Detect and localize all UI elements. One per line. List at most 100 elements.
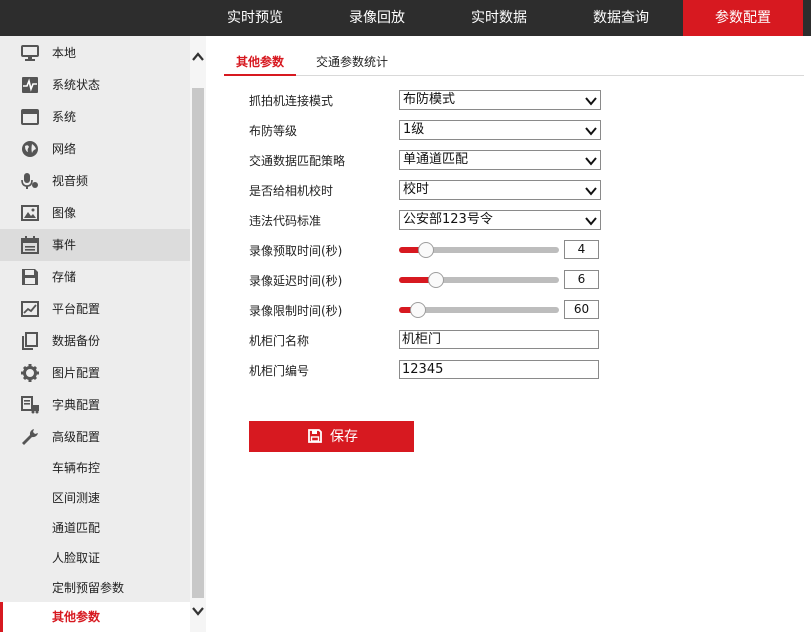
nav-live-preview[interactable]: 实时预览 — [206, 0, 304, 36]
nav-playback[interactable]: 录像回放 — [328, 0, 426, 36]
copy-icon — [20, 332, 40, 350]
sidebar-item-advanced-config[interactable]: 高级配置 — [0, 421, 190, 453]
nav-data-query[interactable]: 数据查询 — [572, 0, 670, 36]
chevron-down-icon — [585, 215, 597, 226]
row-delay-time: 录像延迟时间(秒) 6 — [249, 270, 809, 292]
gear-icon — [20, 364, 40, 382]
nav-realtime-data[interactable]: 实时数据 — [450, 0, 548, 36]
sidebar-item-dictionary-config[interactable]: 字典配置 — [0, 389, 190, 421]
sidebar-subitem-custom-reserved[interactable]: 定制预留参数 — [0, 573, 190, 603]
sidebar-subitem-label: 车辆布控 — [52, 461, 101, 475]
prerecord-time-slider[interactable] — [399, 240, 559, 260]
select-value: 单通道匹配 — [403, 152, 469, 167]
floppy-icon — [20, 268, 40, 286]
match-strategy-select[interactable]: 单通道匹配 — [399, 150, 601, 170]
sidebar-item-label: 网络 — [52, 142, 77, 156]
field-label: 录像延迟时间(秒) — [249, 274, 343, 288]
scroll-down-arrow-icon[interactable] — [190, 602, 206, 620]
save-label: 保存 — [330, 428, 358, 444]
sidebar-subitem-label: 定制预留参数 — [52, 581, 125, 595]
sidebar-subitem-label: 区间测速 — [52, 491, 101, 505]
tab-traffic-statistics[interactable]: 交通参数统计 — [310, 48, 394, 75]
window-icon — [20, 108, 40, 126]
field-label: 录像预取时间(秒) — [249, 244, 343, 258]
violation-code-select[interactable]: 公安部123号令 — [399, 210, 601, 230]
field-label: 机柜门名称 — [249, 334, 310, 348]
scrollbar-thumb[interactable] — [192, 88, 204, 598]
chevron-down-icon — [585, 95, 597, 106]
sidebar-item-label: 字典配置 — [52, 398, 101, 412]
sidebar-item-label: 图片配置 — [52, 366, 101, 380]
select-value: 1级 — [403, 122, 425, 137]
arm-level-select[interactable]: 1级 — [399, 120, 601, 140]
sidebar-subitem-vehicle-control[interactable]: 车辆布控 — [0, 453, 190, 483]
sidebar-item-system-status[interactable]: 系统状态 — [0, 69, 190, 101]
field-label: 录像限制时间(秒) — [249, 304, 343, 318]
sidebar-subitem-section-speed[interactable]: 区间测速 — [0, 483, 190, 513]
sidebar-item-image[interactable]: 图像 — [0, 197, 190, 229]
field-label: 违法代码标准 — [249, 214, 322, 228]
main-content: 其他参数 交通参数统计 抓拍机连接模式 布防模式 布防等级 1级 交通数据匹配策… — [206, 36, 811, 632]
delay-time-slider[interactable] — [399, 270, 559, 290]
slider-handle[interactable] — [428, 272, 444, 288]
sidebar-item-label: 事件 — [52, 238, 77, 252]
row-limit-time: 录像限制时间(秒) 60 — [249, 300, 809, 322]
sidebar-subitem-face-evidence[interactable]: 人脸取证 — [0, 543, 190, 573]
monitor-icon — [20, 44, 40, 62]
sidebar-item-system[interactable]: 系统 — [0, 101, 190, 133]
capture-mode-select[interactable]: 布防模式 — [399, 90, 601, 110]
row-time-sync: 是否给相机校时 校时 — [249, 180, 809, 202]
time-sync-select[interactable]: 校时 — [399, 180, 601, 200]
sidebar-item-audio-video[interactable]: 视音频 — [0, 165, 190, 197]
delay-time-input[interactable]: 6 — [564, 270, 599, 289]
sidebar-item-picture-config[interactable]: 图片配置 — [0, 357, 190, 389]
sidebar-item-label: 视音频 — [52, 174, 89, 188]
pulse-icon — [20, 76, 40, 94]
image-icon — [20, 204, 40, 222]
tab-other-params[interactable]: 其他参数 — [224, 48, 296, 76]
limit-time-slider[interactable] — [399, 300, 559, 320]
prerecord-time-input[interactable]: 4 — [564, 240, 599, 259]
sidebar-item-label: 数据备份 — [52, 334, 101, 348]
sidebar-item-label: 本地 — [52, 46, 77, 60]
row-cabinet-number: 机柜门编号 12345 — [249, 360, 809, 382]
row-prerecord-time: 录像预取时间(秒) 4 — [249, 240, 809, 262]
sidebar-item-data-backup[interactable]: 数据备份 — [0, 325, 190, 357]
row-capture-mode: 抓拍机连接模式 布防模式 — [249, 90, 809, 112]
sidebar-item-network[interactable]: 网络 — [0, 133, 190, 165]
field-label: 是否给相机校时 — [249, 184, 334, 198]
slider-handle[interactable] — [410, 302, 426, 318]
field-label: 抓拍机连接模式 — [249, 94, 334, 108]
sidebar-subitem-label: 其他参数 — [52, 610, 101, 624]
select-value: 校时 — [403, 182, 430, 197]
limit-time-input[interactable]: 60 — [564, 300, 599, 319]
row-match-strategy: 交通数据匹配策略 单通道匹配 — [249, 150, 809, 172]
row-cabinet-name: 机柜门名称 机柜门 — [249, 330, 809, 352]
scroll-up-arrow-icon[interactable] — [190, 48, 206, 66]
microphone-icon — [20, 172, 40, 190]
chart-icon — [20, 300, 40, 318]
sidebar-item-event[interactable]: 事件 — [0, 229, 190, 261]
sidebar-item-label: 存储 — [52, 270, 77, 284]
chevron-down-icon — [585, 155, 597, 166]
sidebar-item-platform-config[interactable]: 平台配置 — [0, 293, 190, 325]
select-value: 公安部123号令 — [403, 212, 493, 227]
select-value: 布防模式 — [403, 92, 456, 107]
sidebar-item-local[interactable]: 本地 — [0, 37, 190, 69]
sidebar-scrollbar[interactable] — [190, 36, 206, 632]
chevron-down-icon — [585, 185, 597, 196]
top-navigation: 实时预览 录像回放 实时数据 数据查询 参数配置 — [0, 0, 811, 36]
cabinet-number-input[interactable]: 12345 — [399, 360, 599, 379]
nav-parameter-config[interactable]: 参数配置 — [683, 0, 803, 36]
slider-handle[interactable] — [418, 242, 434, 258]
app-window: 实时预览 录像回放 实时数据 数据查询 参数配置 本地 系统状态 系统 网络 视… — [0, 0, 811, 632]
save-button[interactable]: 保存 — [249, 421, 414, 452]
row-arm-level: 布防等级 1级 — [249, 120, 809, 142]
sidebar-subitem-other-params[interactable]: 其他参数 — [0, 602, 190, 632]
cabinet-name-input[interactable]: 机柜门 — [399, 330, 599, 349]
sidebar-item-storage[interactable]: 存储 — [0, 261, 190, 293]
sidebar-item-label: 高级配置 — [52, 430, 101, 444]
sidebar-subitem-channel-match[interactable]: 通道匹配 — [0, 513, 190, 543]
row-violation-code: 违法代码标准 公安部123号令 — [249, 210, 809, 232]
field-label: 布防等级 — [249, 124, 298, 138]
